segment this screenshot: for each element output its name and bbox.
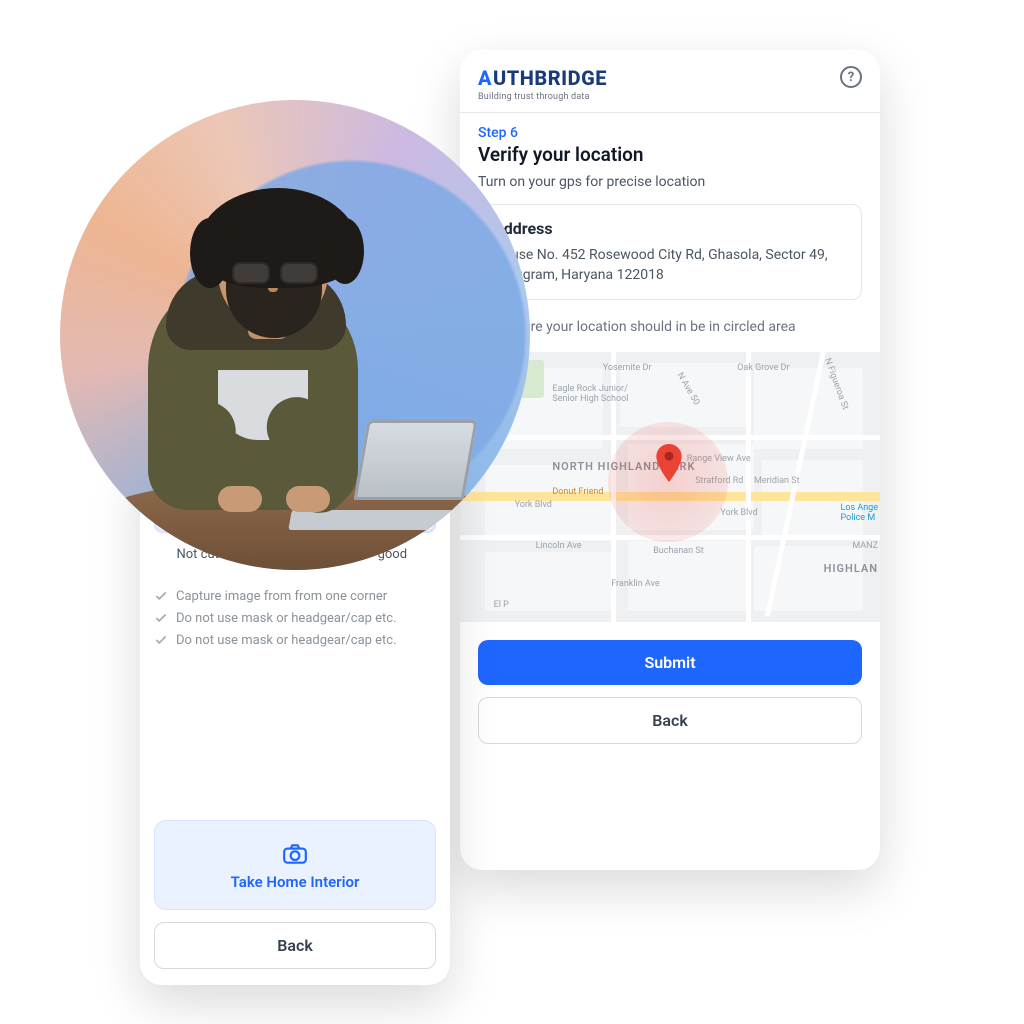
map-street-buchanan: Buchanan St — [653, 546, 704, 556]
map-street-el: El P — [494, 600, 509, 610]
take-photo-button[interactable]: Take Home Interior — [154, 820, 436, 910]
map-pin-icon — [656, 444, 682, 482]
step-subtitle: Turn on your gps for precise location — [478, 174, 862, 190]
step-label: Step 6 — [478, 125, 862, 141]
help-icon[interactable]: ? — [840, 66, 862, 88]
brand-logo: AUTHBRIDGE Building trust through data — [478, 66, 607, 102]
address-card: Address House No. 452 Rosewood City Rd, … — [478, 204, 862, 300]
back-button[interactable]: Back — [154, 922, 436, 969]
map-street-yosemite: Yosemite Dr — [603, 363, 652, 373]
map-poi-police: Los Ange Police M — [840, 503, 878, 523]
map-right-area: HIGHLAN — [824, 562, 878, 575]
camera-icon — [282, 843, 308, 865]
take-photo-label: Take Home Interior — [231, 873, 360, 891]
submit-button[interactable]: Submit — [478, 640, 862, 685]
map-street-lincoln: Lincoln Ave — [536, 541, 582, 551]
tip-item: Do not use mask or headgear/cap etc. — [154, 611, 436, 626]
hero-avatar — [60, 100, 530, 570]
capture-tips: Capture image from from one corner Do no… — [154, 582, 436, 655]
map-street-franklin: Franklin Ave — [611, 579, 659, 589]
map-street-york2: York Blvd — [720, 508, 757, 518]
address-heading: Address — [493, 219, 847, 238]
tip-item: Do not use mask or headgear/cap etc. — [154, 633, 436, 648]
brand-name: UTHBRIDGE — [493, 66, 607, 90]
tip-item: Capture image from from one corner — [154, 589, 436, 604]
check-icon — [154, 633, 168, 647]
tip-text: Do not use mask or headgear/cap etc. — [176, 633, 397, 648]
tip-text: Do not use mask or headgear/cap etc. — [176, 611, 397, 626]
map-street-meridian: Meridian St — [754, 476, 800, 486]
person-illustration — [108, 170, 488, 570]
map-poi-donut: Donut Friend — [552, 487, 603, 497]
map-street-oak: Oak Grove Dr — [737, 363, 789, 373]
check-icon — [154, 589, 168, 603]
brand-accent: A — [478, 66, 492, 90]
map-school-label: Eagle Rock Junior/ Senior High School — [552, 384, 628, 404]
tip-text: Capture image from from one corner — [176, 589, 387, 604]
check-icon — [154, 611, 168, 625]
back-button[interactable]: Back — [478, 697, 862, 744]
address-text: House No. 452 Rosewood City Rd, Ghasola,… — [493, 246, 847, 285]
step-title: Verify your location — [478, 143, 862, 166]
map-right-area2: MANZ — [852, 541, 878, 551]
